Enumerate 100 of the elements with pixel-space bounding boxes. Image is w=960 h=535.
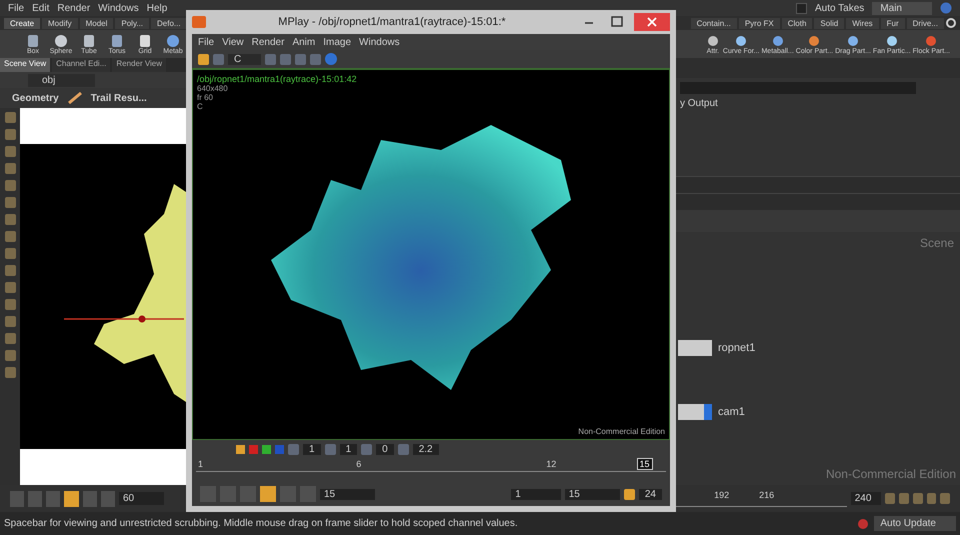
pane-tab[interactable]: Channel Edi...: [52, 58, 110, 72]
tool-icon[interactable]: [213, 54, 224, 64]
context-menu[interactable]: Geometry: [12, 92, 59, 104]
tool-icon[interactable]: [4, 129, 16, 140]
path-field[interactable]: obj: [28, 74, 96, 86]
close-button[interactable]: [634, 13, 670, 31]
tool-icon[interactable]: [926, 493, 936, 504]
tool-icon[interactable]: [912, 493, 923, 504]
playback-button[interactable]: [64, 490, 79, 506]
tool-icon[interactable]: [198, 54, 209, 64]
end-frame-field[interactable]: 15: [564, 488, 620, 500]
window-title: MPlay - /obj/ropnet1/mantra1(raytrace)-15:01:*: [277, 16, 507, 28]
value-field[interactable]: 1: [340, 444, 358, 454]
tool-icon[interactable]: [265, 54, 276, 64]
tool-icon[interactable]: [4, 231, 16, 242]
network-context-label: Scene: [920, 236, 954, 250]
value-field[interactable]: 2.2: [412, 444, 439, 454]
camera-node-icon[interactable]: [678, 404, 712, 420]
shelf-tab[interactable]: Model: [80, 18, 114, 28]
frame-field[interactable]: 15: [320, 488, 376, 500]
frame-slider[interactable]: 1 6 12 15: [192, 458, 670, 482]
auto-takes-label: Auto Takes: [815, 2, 864, 14]
menu-item[interactable]: File: [198, 36, 214, 48]
shelf-tab[interactable]: Wires: [846, 18, 879, 28]
desktop-dropdown[interactable]: Main: [872, 2, 932, 14]
fps-field[interactable]: 24: [638, 488, 662, 500]
pane-tab[interactable]: Scene View: [0, 58, 50, 72]
app-icon: [192, 16, 206, 28]
tool-icon[interactable]: [624, 488, 635, 500]
menu-item[interactable]: View: [222, 36, 244, 48]
rop-node-icon[interactable]: [678, 340, 712, 356]
shelf-tab[interactable]: Pyro FX: [738, 18, 780, 28]
help-icon[interactable]: [940, 2, 952, 14]
menu-item[interactable]: Edit: [32, 2, 50, 14]
shelf-tab[interactable]: Solid: [814, 18, 844, 28]
tool-icon[interactable]: [4, 180, 16, 191]
tool-icon[interactable]: [4, 350, 16, 361]
pane-tab-bar[interactable]: [676, 176, 960, 193]
edition-label: Non-Commercial Edition: [578, 427, 665, 436]
image-info-text: fr 60: [197, 93, 214, 102]
trail-icon: [66, 92, 83, 104]
tool-icon[interactable]: [324, 444, 336, 454]
error-icon[interactable]: [858, 518, 868, 528]
value-field[interactable]: 0: [376, 444, 394, 454]
menu-item[interactable]: Help: [146, 2, 168, 14]
tool-icon[interactable]: [4, 214, 16, 225]
tool-icon[interactable]: [295, 54, 306, 64]
tool-icon[interactable]: [4, 282, 16, 293]
tool-icon[interactable]: [4, 316, 16, 327]
menu-item[interactable]: Render: [57, 2, 90, 14]
channel-dropdown[interactable]: C: [228, 54, 262, 64]
shelf-tab[interactable]: Poly...: [115, 18, 150, 28]
tool-icon[interactable]: [4, 367, 16, 378]
settings-icon[interactable]: [946, 18, 956, 28]
tool-icon[interactable]: [4, 248, 16, 259]
tool-icon[interactable]: [280, 54, 292, 64]
parameter-label: y Output: [680, 98, 719, 109]
menu-item[interactable]: Windows: [98, 2, 139, 14]
tool-icon[interactable]: [4, 112, 16, 123]
frame-field[interactable]: 60: [118, 492, 164, 505]
value-field[interactable]: 1: [303, 444, 321, 454]
tool-icon[interactable]: [361, 444, 372, 454]
shelf-tab[interactable]: Modify: [42, 18, 78, 28]
checkbox[interactable]: [796, 2, 808, 14]
menu-item[interactable]: Image: [323, 36, 352, 48]
tool-icon[interactable]: [4, 299, 16, 310]
tool-icon[interactable]: [4, 163, 16, 174]
image-info-text: 640x480: [197, 84, 229, 93]
shelf-tab[interactable]: Defo...: [151, 18, 187, 28]
sphere-icon: [53, 34, 69, 48]
viewport[interactable]: [20, 108, 186, 485]
start-frame-field[interactable]: 1: [511, 488, 561, 500]
menu-item[interactable]: Render: [252, 36, 284, 48]
tool-icon[interactable]: [885, 493, 896, 504]
tool-icon[interactable]: [4, 265, 16, 276]
tool-icon[interactable]: [940, 493, 950, 504]
image-info-text: /obj/ropnet1/mantra1(raytrace)-15:01:42: [197, 74, 357, 84]
end-frame-field[interactable]: 240: [850, 492, 882, 505]
shelf-tab[interactable]: Create: [4, 18, 40, 28]
auto-update-dropdown[interactable]: Auto Update: [874, 516, 956, 531]
tool-icon[interactable]: [4, 146, 16, 157]
shelf-tab[interactable]: Drive...: [906, 18, 944, 28]
tool-icon[interactable]: [4, 333, 16, 344]
tool-icon[interactable]: [310, 54, 322, 64]
menu-item[interactable]: File: [8, 2, 24, 14]
tool-icon[interactable]: [398, 444, 409, 454]
menu-item[interactable]: Windows: [359, 36, 400, 48]
path-bar[interactable]: [676, 193, 960, 210]
menu-item[interactable]: Anim: [292, 36, 316, 48]
tool-icon[interactable]: [236, 444, 245, 454]
shelf-tab[interactable]: Cloth: [782, 18, 812, 28]
tool-icon[interactable]: [4, 197, 16, 208]
info-icon[interactable]: [325, 53, 338, 65]
pane-tab[interactable]: Render View: [112, 58, 166, 72]
node-name: ropnet1: [718, 342, 756, 354]
tool-icon[interactable]: [288, 444, 299, 454]
shelf-tab[interactable]: Contain...: [690, 18, 737, 28]
node-path[interactable]: Trail Resu...: [90, 92, 147, 104]
shelf-tab[interactable]: Fur: [880, 18, 905, 28]
edition-label: Non-Commercial Edition: [826, 467, 956, 481]
